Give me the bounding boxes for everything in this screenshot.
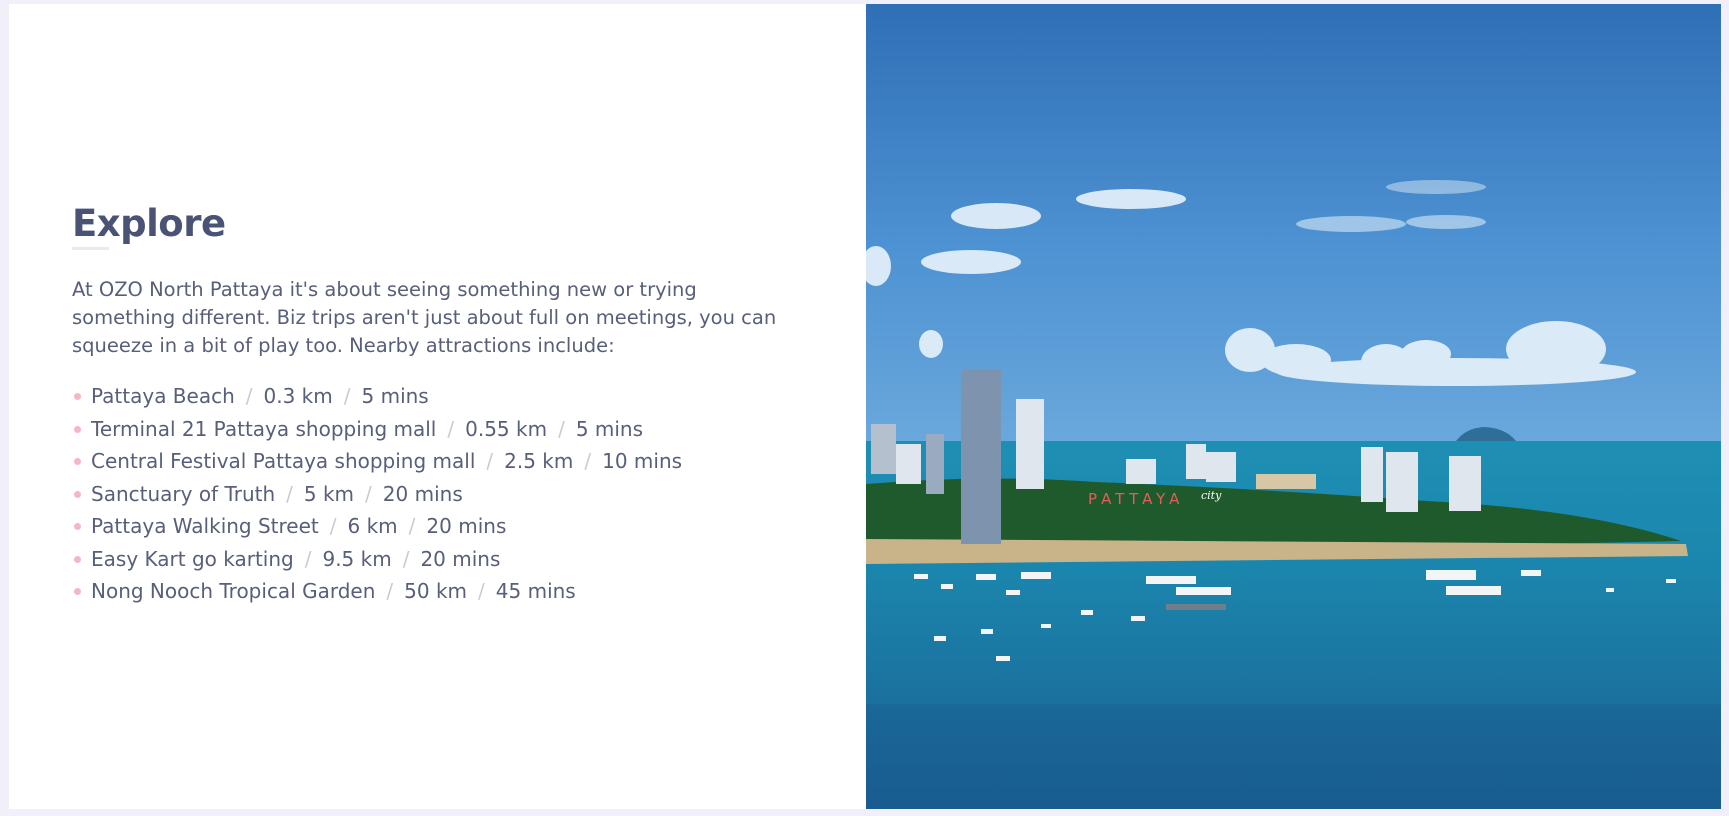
attraction-distance: 50 km xyxy=(404,579,468,603)
attraction-distance: 6 km xyxy=(347,514,398,538)
attraction-item: Central Festival Pattaya shopping mall / 2… xyxy=(72,445,792,478)
separator: / xyxy=(447,416,455,441)
separator: / xyxy=(329,514,337,538)
bullet-icon xyxy=(74,490,81,498)
attraction-name: Pattaya Walking Street xyxy=(91,514,319,538)
bullet-icon xyxy=(74,458,81,465)
separator: / xyxy=(245,384,253,408)
pattaya-coastline-photo: PATTAYA city xyxy=(866,4,1721,809)
attraction-item: Easy Kart go karting / 9.5 km / 20 mins xyxy=(72,543,792,576)
explore-heading: Explore xyxy=(72,202,226,245)
attraction-time: 45 mins xyxy=(495,579,576,603)
explore-intro: At OZO North Pattaya it's about seeing s… xyxy=(72,278,777,357)
attraction-distance: 2.5 km xyxy=(504,449,574,473)
pattaya-sign-script: city xyxy=(1201,489,1222,502)
attraction-time: 5 mins xyxy=(575,416,644,441)
separator: / xyxy=(286,481,293,506)
separator: / xyxy=(304,546,312,571)
attraction-time: 5 mins xyxy=(361,384,429,408)
heading-underline xyxy=(72,247,109,250)
attraction-name: Sanctuary of Truth xyxy=(91,481,276,506)
attraction-item: Nong Nooch Tropical Garden / 50 km / 45 mins xyxy=(72,575,792,608)
explore-text-column: Explore At OZO North Pattaya it's about … xyxy=(72,202,792,608)
attraction-distance: 0.55 km xyxy=(465,416,548,441)
attraction-distance: 9.5 km xyxy=(322,546,392,571)
separator: / xyxy=(478,579,485,603)
separator: / xyxy=(386,579,394,603)
separator: / xyxy=(486,449,494,473)
explore-section: Explore At OZO North Pattaya it's about … xyxy=(9,4,1721,809)
attraction-distance: 0.3 km xyxy=(263,384,333,408)
bullet-icon xyxy=(74,393,81,400)
attraction-time: 20 mins xyxy=(426,514,507,538)
attraction-item: Terminal 21 Pattaya shopping mall / 0.55 k… xyxy=(72,413,792,446)
pattaya-sign: PATTAYA xyxy=(1088,490,1184,508)
attraction-time: 10 mins xyxy=(602,449,683,473)
bullet-icon xyxy=(74,425,81,433)
pattaya-photo-illustration: PATTAYA city xyxy=(866,4,1721,809)
attraction-item: Pattaya Beach / 0.3 km / 5 mins xyxy=(72,380,792,413)
attraction-item: Sanctuary of Truth / 5 km / 20 mins xyxy=(72,478,792,511)
attraction-name: Terminal 21 Pattaya shopping mall xyxy=(91,416,437,441)
separator: / xyxy=(402,546,410,571)
separator: / xyxy=(408,514,416,538)
attraction-name: Easy Kart go karting xyxy=(91,546,294,571)
bullet-icon xyxy=(74,588,81,595)
separator: / xyxy=(365,481,372,506)
bullet-icon xyxy=(74,523,81,530)
attraction-item: Pattaya Walking Street / 6 km / 20 mins xyxy=(72,510,792,543)
attractions-list: Pattaya Beach / 0.3 km / 5 mins Terminal 21 … xyxy=(72,380,792,608)
attraction-name: Central Festival Pattaya shopping mall xyxy=(91,449,476,473)
bullet-icon xyxy=(74,555,81,563)
attraction-name: Pattaya Beach xyxy=(91,384,235,408)
separator: / xyxy=(584,449,592,473)
separator: / xyxy=(343,384,351,408)
attraction-name: Nong Nooch Tropical Garden xyxy=(91,579,376,603)
attraction-time: 20 mins xyxy=(420,546,501,571)
attraction-distance: 5 km xyxy=(303,481,355,506)
separator: / xyxy=(558,416,565,441)
attraction-time: 20 mins xyxy=(382,481,463,506)
